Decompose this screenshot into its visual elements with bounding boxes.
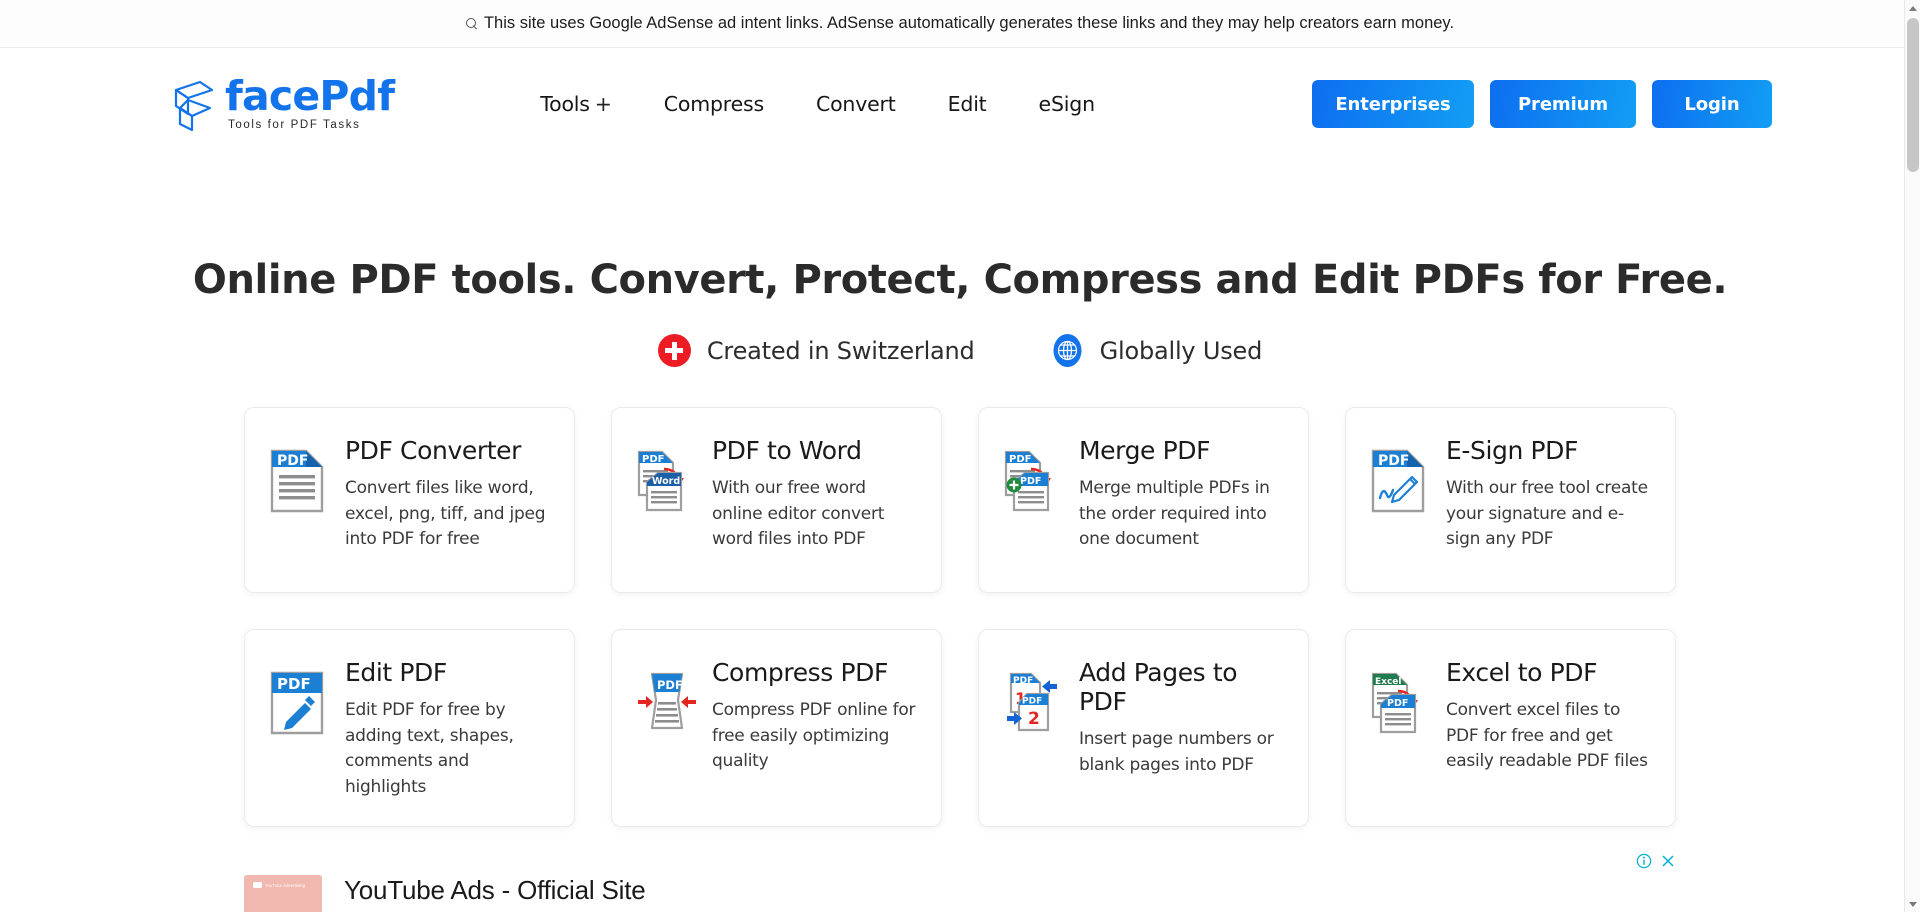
badge-globally-used: Globally Used bbox=[1051, 334, 1263, 367]
tool-description: With our free tool create your signature… bbox=[1446, 478, 1648, 549]
tool-title: Excel to PDF bbox=[1446, 658, 1598, 687]
tool-cards-grid: PDF PDF Converter Convert files like wor… bbox=[244, 407, 1676, 827]
plus-icon: + bbox=[594, 92, 612, 116]
header-actions: Enterprises Premium Login bbox=[1312, 80, 1772, 128]
logo-link[interactable]: facePdf Tools for PDF Tasks bbox=[170, 72, 395, 132]
tool-title: PDF Converter bbox=[345, 436, 521, 465]
ad-thumb-logo-text: YouTube Advertising bbox=[265, 882, 306, 888]
swiss-cross-icon bbox=[657, 334, 691, 367]
tool-card-add-pages-to-pdf[interactable]: PDF 1 PDF 2 Add Pages to PDF Insert page… bbox=[978, 629, 1309, 827]
svg-text:PDF: PDF bbox=[1013, 676, 1033, 686]
tool-card-compress-pdf[interactable]: PDF Compress PDF Compress PDF online for… bbox=[611, 629, 942, 827]
close-icon[interactable] bbox=[1660, 853, 1676, 869]
ad-controls bbox=[1636, 853, 1676, 869]
svg-text:PDF: PDF bbox=[657, 678, 683, 692]
tool-title: E-Sign PDF bbox=[1446, 436, 1578, 465]
tool-card-merge-pdf[interactable]: PDF PDF Merge PDF Merge multiple PDFs in… bbox=[978, 407, 1309, 593]
tool-description: Compress PDF online for free easily opti… bbox=[712, 700, 916, 771]
nav-item-esign[interactable]: eSign bbox=[1013, 82, 1121, 126]
tool-title: Edit PDF bbox=[345, 658, 447, 687]
logo-wordmark: facePdf bbox=[225, 72, 395, 120]
search-icon bbox=[465, 18, 479, 31]
tool-title: Merge PDF bbox=[1079, 436, 1211, 465]
compress-pdf-icon: PDF bbox=[636, 656, 698, 800]
nav-item-edit[interactable]: Edit bbox=[922, 82, 1013, 126]
nav-label-tools: Tools bbox=[540, 92, 590, 116]
facepdf-logo-icon bbox=[170, 80, 216, 132]
badge-label-switzerland: Created in Switzerland bbox=[706, 336, 975, 365]
page-title: Online PDF tools. Convert, Protect, Comp… bbox=[192, 257, 1728, 303]
scroll-down-arrow-icon[interactable] bbox=[1905, 896, 1920, 912]
tool-description: With our free word online editor convert… bbox=[712, 478, 885, 549]
merge-pdf-icon: PDF PDF bbox=[1003, 434, 1065, 566]
site-header: facePdf Tools for PDF Tasks Tools + Compr… bbox=[0, 48, 1920, 160]
adsense-notice-bar: This site uses Google AdSense ad intent … bbox=[0, 0, 1920, 48]
tool-description: Convert excel files to PDF for free and … bbox=[1446, 700, 1648, 771]
youtube-advertising-logo: YouTube Advertising bbox=[253, 882, 305, 888]
badge-created-in-switzerland: Created in Switzerland bbox=[657, 334, 975, 367]
tool-card-pdf-converter[interactable]: PDF PDF Converter Convert files like wor… bbox=[244, 407, 575, 593]
tool-description: Edit PDF for free by adding text, shapes… bbox=[345, 700, 514, 797]
svg-text:2: 2 bbox=[1028, 709, 1040, 729]
svg-text:PDF: PDF bbox=[1020, 476, 1041, 487]
nav-item-convert[interactable]: Convert bbox=[790, 82, 922, 126]
tool-card-pdf-to-word[interactable]: PDF Word PDF to Word With our free word … bbox=[611, 407, 942, 593]
esign-pdf-icon: PDF bbox=[1370, 434, 1432, 566]
tool-title: Compress PDF bbox=[712, 658, 888, 687]
ad-thumbnail[interactable]: YouTube Advertising bbox=[244, 875, 322, 912]
svg-text:Word: Word bbox=[652, 476, 680, 487]
premium-button[interactable]: Premium bbox=[1490, 80, 1636, 128]
scrollbar-thumb[interactable] bbox=[1907, 18, 1919, 172]
main-nav: Tools + Compress Convert Edit eSign bbox=[514, 82, 1121, 126]
tool-card-esign-pdf[interactable]: PDF E-Sign PDF With our free tool create… bbox=[1345, 407, 1676, 593]
pdf-to-word-icon: PDF Word bbox=[636, 434, 698, 566]
svg-text:PDF: PDF bbox=[1378, 453, 1409, 469]
tool-description: Insert page numbers or blank pages into … bbox=[1079, 729, 1274, 775]
enterprises-button[interactable]: Enterprises bbox=[1312, 80, 1474, 128]
excel-to-pdf-icon: Excel PDF bbox=[1370, 656, 1432, 800]
svg-text:PDF: PDF bbox=[1387, 698, 1408, 709]
tool-description: Merge multiple PDFs in the order require… bbox=[1079, 478, 1270, 549]
login-button[interactable]: Login bbox=[1652, 80, 1772, 128]
tool-card-excel-to-pdf[interactable]: Excel PDF Excel to PDF Convert excel fil… bbox=[1345, 629, 1676, 827]
tool-title: PDF to Word bbox=[712, 436, 862, 465]
advertisement-block: YouTube Advertising YouTube Ads - Offici… bbox=[244, 853, 1676, 912]
browser-scrollbar[interactable] bbox=[1904, 0, 1920, 912]
pdf-document-icon: PDF bbox=[269, 434, 331, 566]
tool-title: Add Pages to PDF bbox=[1079, 658, 1238, 716]
ad-title-link[interactable]: YouTube Ads - Official Site bbox=[344, 875, 1676, 906]
svg-text:PDF: PDF bbox=[277, 675, 311, 693]
scroll-up-arrow-icon[interactable] bbox=[1905, 0, 1920, 16]
svg-text:PDF: PDF bbox=[1009, 454, 1031, 465]
info-icon[interactable] bbox=[1636, 853, 1652, 869]
tool-description: Convert files like word, excel, png, tif… bbox=[345, 478, 546, 549]
svg-text:PDF: PDF bbox=[277, 453, 308, 469]
svg-text:PDF: PDF bbox=[642, 454, 664, 465]
nav-item-compress[interactable]: Compress bbox=[638, 82, 790, 126]
edit-pdf-icon: PDF bbox=[269, 656, 331, 800]
adsense-notice-text: This site uses Google AdSense ad intent … bbox=[483, 14, 1455, 32]
globe-icon bbox=[1051, 334, 1084, 367]
badge-label-globally-used: Globally Used bbox=[1099, 336, 1263, 365]
add-pages-icon: PDF 1 PDF 2 bbox=[1003, 656, 1065, 800]
ad-row: YouTube Advertising YouTube Ads - Offici… bbox=[244, 861, 1676, 912]
page-root: This site uses Google AdSense ad intent … bbox=[0, 0, 1920, 912]
hero-section: Online PDF tools. Convert, Protect, Comp… bbox=[0, 256, 1920, 367]
hero-badges: Created in Switzerland Globally Used bbox=[0, 334, 1920, 367]
nav-item-tools[interactable]: Tools + bbox=[514, 82, 637, 126]
tool-card-edit-pdf[interactable]: PDF Edit PDF Edit PDF for free by adding… bbox=[244, 629, 575, 827]
logo-tagline: Tools for PDF Tasks bbox=[228, 118, 361, 131]
svg-text:Excel: Excel bbox=[1375, 677, 1401, 687]
svg-text:PDF: PDF bbox=[1022, 697, 1042, 707]
